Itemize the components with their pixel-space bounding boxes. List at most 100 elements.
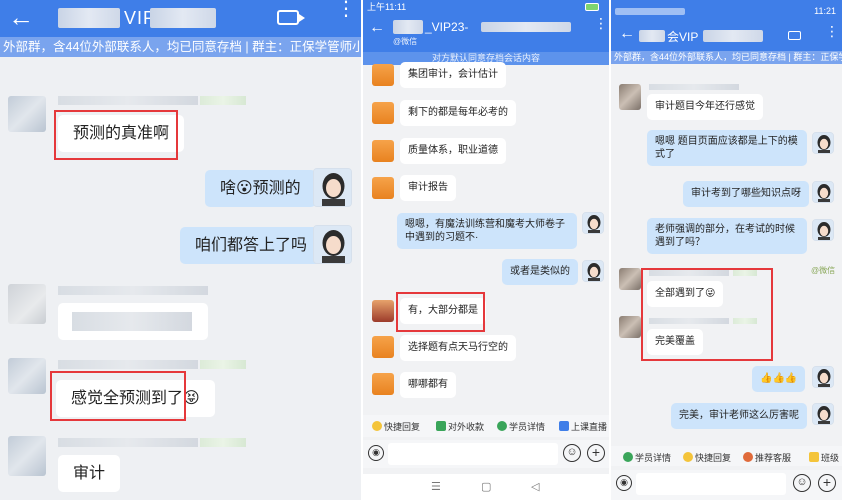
blurred-message-bubble[interactable] (58, 303, 208, 340)
cartoon-avatar-icon (813, 404, 833, 424)
status-time: 上午11:11 (367, 2, 407, 12)
avatar[interactable] (372, 300, 394, 322)
message-bubble[interactable]: 审计报告 (400, 175, 456, 201)
back-arrow-icon[interactable]: ← (619, 25, 635, 43)
plus-icon[interactable]: + (587, 444, 605, 462)
voice-icon[interactable]: ◉ (368, 445, 384, 461)
cartoon-avatar-icon (583, 261, 603, 281)
message-input[interactable] (636, 473, 786, 495)
toolbar-item-live[interactable]: 上课直播 (559, 420, 607, 433)
highlight-box (396, 292, 485, 332)
message-input[interactable] (388, 443, 558, 465)
input-area: ◉ ☺ + (363, 440, 609, 468)
quick-reply-icon (372, 421, 382, 431)
avatar[interactable] (372, 64, 394, 86)
live-icon (559, 421, 569, 431)
toolbar-item-student-detail[interactable]: 学员详情 (497, 420, 545, 433)
message-bubble[interactable]: 剩下的都是每年必考的 (400, 100, 516, 126)
emoji-icon[interactable]: ☺ (793, 474, 811, 492)
message-bubble[interactable]: 👍👍👍 (752, 366, 806, 392)
cartoon-avatar-icon (813, 182, 833, 202)
wechat-tag: @微信 (393, 37, 418, 46)
video-call-icon[interactable] (788, 31, 801, 40)
message-bubble[interactable]: 老师强调的部分，在考试的时候遇到了吗？ (647, 218, 807, 254)
avatar[interactable] (582, 260, 604, 282)
avatar[interactable] (812, 403, 834, 425)
avatar[interactable] (812, 219, 834, 241)
toolbar-item-student-detail[interactable]: 学员详情 (623, 451, 671, 464)
avatar[interactable] (372, 177, 394, 199)
quick-toolbar: 快捷回复 对外收款 学员详情 上课直播 (363, 415, 609, 437)
user-icon (623, 452, 633, 462)
more-options-icon[interactable]: ⋮ (825, 24, 839, 38)
cartoon-avatar-icon (583, 213, 603, 233)
avatar[interactable] (372, 373, 394, 395)
message-bubble[interactable]: 或者是类似的 (502, 259, 578, 285)
sender-name (649, 84, 739, 90)
sender-tag (200, 438, 246, 447)
quick-toolbar: 学员详情 快捷回复 推荐客服 班级 (611, 446, 842, 466)
chat-header: ← _VIP23- @微信 ⋮ (363, 14, 609, 52)
toolbar-item-class[interactable]: 班级 (809, 451, 839, 464)
avatar[interactable] (8, 96, 46, 132)
sender-name (58, 286, 208, 295)
avatar[interactable] (619, 316, 641, 338)
more-options-icon[interactable]: ⋮ (336, 0, 356, 19)
avatar[interactable] (8, 284, 46, 324)
message-bubble[interactable]: 审计题目今年还行感觉 (647, 94, 763, 120)
message-bubble[interactable]: 审计考到了哪些知识点呀 (683, 181, 809, 207)
avatar[interactable] (372, 140, 394, 162)
message-bubble[interactable]: 完美，审计老师这么厉害呢 (671, 403, 807, 429)
avatar[interactable] (619, 268, 641, 290)
message-bubble[interactable]: 选择题有点天马行空的 (400, 335, 516, 361)
emoji-icon[interactable]: ☺ (563, 444, 581, 462)
avatar[interactable] (313, 225, 352, 264)
toolbar-item-quick-reply[interactable]: 快捷回复 (372, 420, 420, 433)
toolbar-item-payment[interactable]: 对外收款 (436, 420, 484, 433)
menu-nav-icon[interactable]: ☰ (431, 480, 441, 493)
avatar[interactable] (372, 102, 394, 124)
avatar[interactable] (812, 132, 834, 154)
message-bubble[interactable]: 审计 (58, 455, 121, 492)
message-bubble[interactable]: 集团审计，会计估计 (400, 62, 506, 88)
avatar[interactable] (313, 168, 352, 207)
avatar[interactable] (582, 212, 604, 234)
message-bubble[interactable]: 啥😮预测的 (205, 170, 316, 207)
class-icon (809, 452, 819, 462)
avatar[interactable] (8, 436, 46, 476)
toolbar-item-quick-reply[interactable]: 快捷回复 (683, 451, 731, 464)
message-bubble[interactable]: 质量体系，职业道德 (400, 138, 506, 164)
sender-name (58, 360, 198, 369)
toolbar-item-recommend[interactable]: 推荐客服 (743, 451, 791, 464)
system-nav-bar: ☰ ▢ ◁ (363, 474, 609, 500)
voice-icon[interactable]: ◉ (616, 475, 632, 491)
sender-tag (200, 360, 246, 369)
back-arrow-icon[interactable]: ← (369, 19, 385, 37)
service-icon (743, 452, 753, 462)
shield-icon (436, 421, 446, 431)
chat-panel-right: 11:21 ← 会VIP ⋮ 外部群，含44位外部联系人，均已同意存档 | 群主… (611, 0, 842, 500)
message-bubble[interactable]: 咱们都答上了吗 (180, 227, 323, 264)
avatar[interactable] (619, 84, 641, 110)
avatar[interactable] (8, 358, 46, 394)
avatar[interactable] (812, 181, 834, 203)
message-bubble[interactable]: 嗯嗯 题目页面应该都是上下的模式了 (647, 130, 807, 166)
video-call-icon[interactable] (277, 10, 305, 25)
message-bubble[interactable]: 嗯嗯，有魔法训练营和魔考大师卷子中遇到的习题不· (397, 213, 577, 249)
sender-name (58, 96, 198, 105)
more-options-icon[interactable]: ⋮ (594, 16, 608, 30)
blurred-title-suffix (481, 22, 571, 32)
back-arrow-icon[interactable]: ← (8, 3, 34, 31)
avatar[interactable] (812, 366, 834, 388)
chat-title: _VIP23- (425, 20, 469, 34)
home-nav-icon[interactable]: ▢ (481, 480, 491, 493)
blurred-title-prefix (639, 30, 665, 42)
highlight-box (641, 268, 773, 361)
cartoon-avatar-icon (813, 220, 833, 240)
message-bubble[interactable]: 哪哪都有 (400, 372, 456, 398)
plus-icon[interactable]: + (818, 474, 836, 492)
chat-header: ← 会VIP ⋮ (611, 23, 842, 51)
back-nav-icon[interactable]: ◁ (531, 480, 539, 493)
avatar[interactable] (372, 336, 394, 358)
chat-title: 会VIP (667, 30, 699, 44)
